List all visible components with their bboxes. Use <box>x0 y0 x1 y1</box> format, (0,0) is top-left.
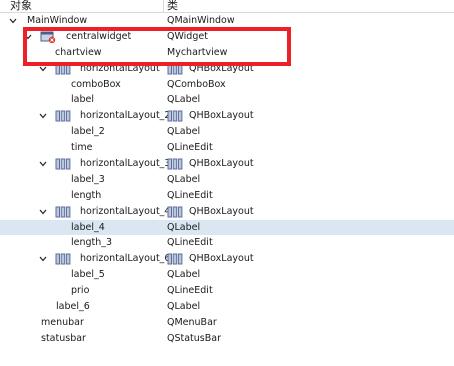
chevron-down-icon[interactable] <box>38 204 48 220</box>
object-name: prio <box>71 285 90 297</box>
object-name: horizontalLayout <box>80 62 160 74</box>
object-name: horizontalLayout_6 <box>80 253 171 265</box>
tree-row-prio[interactable]: prio QLineEdit <box>0 283 454 299</box>
tree-row-mainwindow[interactable]: MainWindow QMainWindow <box>0 13 454 29</box>
header-separator[interactable] <box>163 0 164 12</box>
object-name: time <box>71 142 93 154</box>
chevron-down-icon[interactable] <box>38 108 48 124</box>
object-class: QLabel <box>167 269 201 281</box>
header-object[interactable]: 对象 <box>10 0 32 13</box>
object-class: QLineEdit <box>167 189 213 201</box>
chevron-down-icon[interactable] <box>23 29 33 45</box>
object-name: label_3 <box>71 173 105 185</box>
hbox-layout-icon <box>55 158 71 170</box>
tree-row-length-3[interactable]: length_3 QLineEdit <box>0 235 454 251</box>
hbox-layout-icon <box>167 158 183 170</box>
object-name: label_5 <box>71 269 105 281</box>
tree-row-horizontallayout-3[interactable]: horizontalLayout_3 QHBoxLayout <box>0 156 454 172</box>
tree-row-horizontallayout[interactable]: horizontalLayout QHBoxLayout <box>0 61 454 77</box>
tree-row-label-4[interactable]: label_4 QLabel <box>0 219 454 236</box>
object-class: QHBoxLayout <box>189 62 254 74</box>
object-name: centralwidget <box>66 30 132 42</box>
chevron-down-icon[interactable] <box>8 13 18 29</box>
object-tree: MainWindow QMainWindow centralwidget QWi… <box>0 13 454 347</box>
tree-row-label-5[interactable]: label_5 QLabel <box>0 267 454 283</box>
object-class: QHBoxLayout <box>189 205 254 217</box>
tree-row-label[interactable]: label QLabel <box>0 92 454 108</box>
object-class: QLineEdit <box>167 142 213 154</box>
object-name: length <box>71 189 102 201</box>
object-name: horizontalLayout_2 <box>80 110 171 122</box>
object-class: QHBoxLayout <box>189 253 254 265</box>
hbox-layout-icon <box>55 206 71 218</box>
tree-row-time[interactable]: time QLineEdit <box>0 140 454 156</box>
object-name: label_4 <box>71 221 105 233</box>
object-class: QLabel <box>167 221 201 233</box>
object-name: MainWindow <box>27 15 88 26</box>
object-name: horizontalLayout_3 <box>80 158 171 170</box>
tree-row-statusbar[interactable]: statusbar QStatusBar <box>0 331 454 347</box>
chevron-down-icon[interactable] <box>38 251 48 267</box>
object-class: QLabel <box>167 173 201 185</box>
tree-row-label-3[interactable]: label_3 QLabel <box>0 172 454 188</box>
object-name: label <box>71 94 94 106</box>
object-class: QLabel <box>167 126 201 138</box>
header-class[interactable]: 类 <box>167 0 178 13</box>
tree-row-combobox[interactable]: comboBox QComboBox <box>0 77 454 93</box>
object-class: QStatusBar <box>167 332 221 344</box>
tree-row-horizontallayout-4[interactable]: horizontalLayout_4 QHBoxLayout <box>0 204 454 220</box>
hbox-layout-icon <box>167 253 183 265</box>
tree-row-menubar[interactable]: menubar QMenuBar <box>0 315 454 331</box>
chevron-down-icon[interactable] <box>38 156 48 172</box>
object-class: Mychartview <box>167 46 228 58</box>
object-name: menubar <box>41 316 84 328</box>
widget-icon <box>40 31 56 43</box>
object-name: label_2 <box>71 126 105 138</box>
object-name: length_3 <box>71 237 113 249</box>
object-class: QMenuBar <box>167 316 217 328</box>
hbox-layout-icon <box>167 110 183 122</box>
tree-row-horizontallayout-2[interactable]: horizontalLayout_2 QHBoxLayout <box>0 108 454 124</box>
hbox-layout-icon <box>167 206 183 218</box>
hbox-layout-icon <box>55 110 71 122</box>
object-name: statusbar <box>41 332 86 344</box>
object-class: QWidget <box>167 30 208 42</box>
object-class: QLabel <box>167 94 201 106</box>
object-class: QLineEdit <box>167 285 213 297</box>
tree-row-label-6[interactable]: label_6 QLabel <box>0 299 454 315</box>
tree-row-length[interactable]: length QLineEdit <box>0 188 454 204</box>
tree-row-label-2[interactable]: label_2 QLabel <box>0 124 454 140</box>
object-class: QHBoxLayout <box>189 158 254 170</box>
object-class: QHBoxLayout <box>189 110 254 122</box>
object-class: QLineEdit <box>167 237 213 249</box>
object-name: horizontalLayout_4 <box>80 205 171 217</box>
object-name: label_6 <box>56 301 90 313</box>
object-name: chartview <box>55 46 102 58</box>
hbox-layout-icon <box>55 63 71 75</box>
hbox-layout-icon <box>55 253 71 265</box>
object-class: QLabel <box>167 301 201 313</box>
tree-row-horizontallayout-6[interactable]: horizontalLayout_6 QHBoxLayout <box>0 251 454 267</box>
tree-header: 对象 类 <box>0 0 454 13</box>
object-name: comboBox <box>71 78 121 90</box>
chevron-down-icon[interactable] <box>38 61 48 77</box>
object-inspector: 对象 类 MainWindow QMainWindow centralwidge… <box>0 0 454 366</box>
tree-row-centralwidget[interactable]: centralwidget QWidget <box>0 29 454 45</box>
hbox-layout-icon <box>167 63 183 75</box>
object-class: QComboBox <box>167 78 226 90</box>
tree-row-chartview[interactable]: chartview Mychartview <box>0 45 454 61</box>
object-class: QMainWindow <box>167 15 235 26</box>
